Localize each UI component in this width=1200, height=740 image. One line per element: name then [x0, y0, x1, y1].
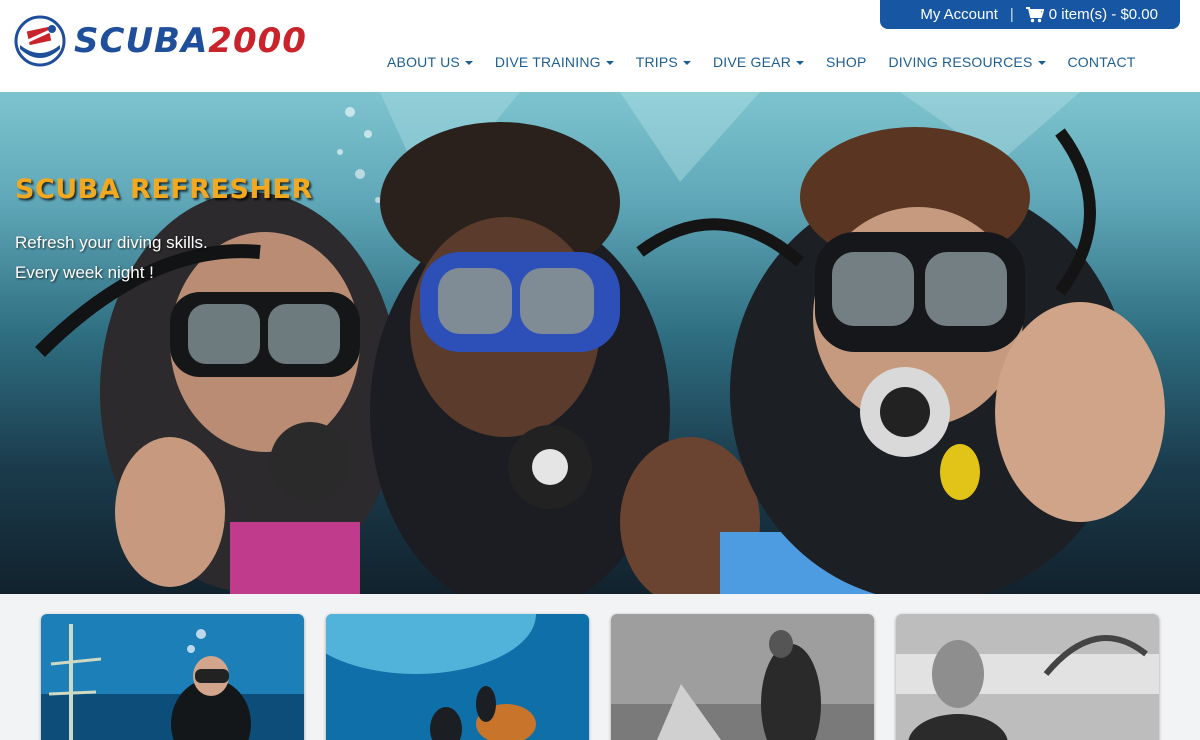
- caret-down-icon: [796, 61, 805, 65]
- logo-wordmark: SCUBA2000: [74, 24, 307, 58]
- account-separator: |: [1009, 6, 1014, 23]
- nav-label: DIVE GEAR: [712, 54, 792, 70]
- shopping-cart-icon: [1025, 6, 1045, 23]
- feature-card-instructor[interactable]: [896, 614, 1159, 740]
- feature-card-turtle[interactable]: [326, 614, 589, 740]
- hero-banner[interactable]: SCUBA REFRESHER Refresh your diving skil…: [0, 92, 1200, 594]
- hero-subtitle-line-2: Every week night !: [15, 263, 154, 282]
- feature-cards: [0, 594, 1200, 740]
- wreck-diver-image: [611, 614, 874, 740]
- nav-trips[interactable]: TRIPS: [625, 54, 702, 70]
- nav-diving-resources[interactable]: DIVING RESOURCES: [878, 54, 1057, 70]
- nav-dive-training[interactable]: DIVE TRAINING: [484, 54, 625, 70]
- caret-down-icon: [464, 61, 473, 65]
- hero-divers-image: [35, 92, 1165, 594]
- cart-link[interactable]: 0 item(s) - $0.00: [1025, 6, 1158, 23]
- caret-down-icon: [605, 61, 614, 65]
- nav-label: SHOP: [826, 54, 867, 70]
- nav-label: CONTACT: [1067, 54, 1136, 70]
- account-bar: My Account | 0 item(s) - $0.00: [880, 0, 1180, 29]
- hero-title: SCUBA REFRESHER: [15, 174, 313, 205]
- nav-label: TRIPS: [635, 54, 678, 70]
- caret-down-icon: [1037, 61, 1046, 65]
- reef-diver-image: [41, 614, 304, 740]
- feature-card-wreck-diver[interactable]: [611, 614, 874, 740]
- nav-label: ABOUT US: [387, 54, 460, 70]
- caret-down-icon: [682, 61, 691, 65]
- instructor-image: [896, 614, 1159, 740]
- cart-summary: 0 item(s) - $0.00: [1048, 6, 1158, 23]
- site-logo[interactable]: SCUBA2000: [14, 14, 344, 68]
- nav-contact[interactable]: CONTACT: [1057, 54, 1147, 70]
- dive-flag-logo-icon: [14, 15, 66, 67]
- nav-about-us[interactable]: ABOUT US: [376, 54, 484, 70]
- logo-word-scuba: SCUBA: [74, 21, 209, 61]
- my-account-link[interactable]: My Account: [920, 6, 998, 23]
- hero-subtitle-line-1: Refresh your diving skills.: [15, 233, 208, 252]
- site-header: SCUBA2000 My Account | 0 item(s) - $0.00…: [0, 0, 1200, 92]
- turtle-image: [326, 614, 589, 740]
- nav-dive-gear[interactable]: DIVE GEAR: [702, 54, 815, 70]
- logo-word-2000: 2000: [208, 21, 307, 61]
- nav-label: DIVING RESOURCES: [888, 54, 1033, 70]
- main-nav: ABOUT US DIVE TRAINING TRIPS DIVE GEAR S…: [376, 50, 1147, 74]
- nav-shop[interactable]: SHOP: [815, 54, 877, 70]
- feature-card-reef-diver[interactable]: [41, 614, 304, 740]
- nav-label: DIVE TRAINING: [494, 54, 601, 70]
